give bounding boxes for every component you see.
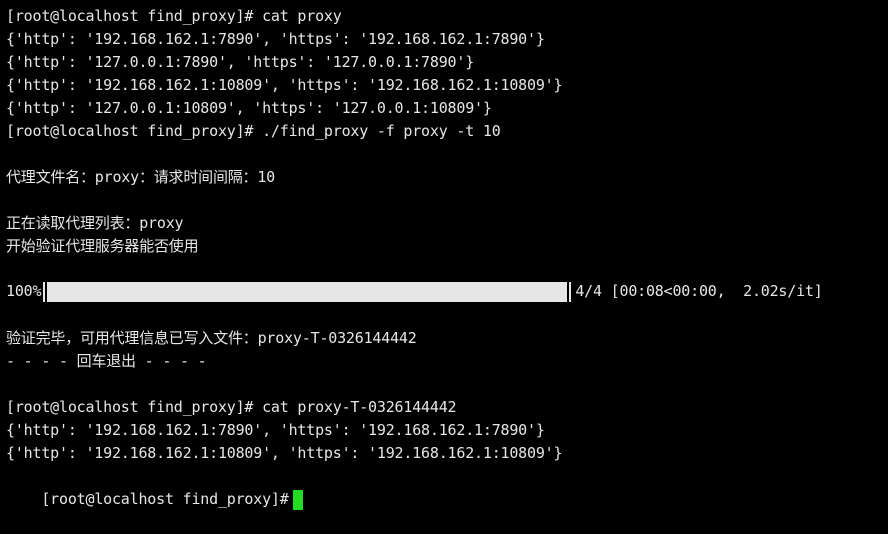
progress-bar <box>43 281 572 302</box>
terminal-window[interactable]: [root@localhost find_proxy]# cat proxy {… <box>0 0 888 510</box>
progress-percent: 100% <box>6 282 42 300</box>
terminal-line: 正在读取代理列表：proxy <box>6 214 184 232</box>
progress-bar-fill <box>47 281 568 302</box>
shell-prompt: [root@localhost find_proxy]# <box>41 490 289 508</box>
terminal-line: 代理文件名：proxy：请求时间间隔：10 <box>6 168 276 186</box>
text-cursor <box>292 489 303 510</box>
terminal-line: 验证完毕，可用代理信息已写入文件：proxy-T-0326144442 <box>6 329 417 347</box>
terminal-line: {'http': '127.0.0.1:7890', 'https': '127… <box>6 53 475 71</box>
terminal-line: 开始验证代理服务器能否使用 <box>6 237 199 255</box>
terminal-line: [root@localhost find_proxy]# ./find_prox… <box>6 122 501 140</box>
terminal-line: [root@localhost find_proxy]# cat proxy <box>6 7 342 25</box>
terminal-line: {'http': '192.168.162.1:7890', 'https': … <box>6 421 545 439</box>
terminal-line: {'http': '192.168.162.1:7890', 'https': … <box>6 30 545 48</box>
terminal-line: - - - - 回车退出 - - - - <box>6 352 207 370</box>
terminal-line: [root@localhost find_proxy]# cat proxy-T… <box>6 398 457 416</box>
progress-stats: 4/4 [00:08<00:00, 2.02s/it] <box>575 282 823 300</box>
terminal-line: {'http': '192.168.162.1:10809', 'https':… <box>6 444 563 462</box>
prompt-line[interactable]: [root@localhost find_proxy]# <box>6 465 303 510</box>
progress-line: 100% 4/4 [00:08<00:00, 2.02s/it] <box>6 280 823 303</box>
terminal-line: {'http': '127.0.0.1:10809', 'https': '12… <box>6 99 492 117</box>
terminal-line: {'http': '192.168.162.1:10809', 'https':… <box>6 76 563 94</box>
